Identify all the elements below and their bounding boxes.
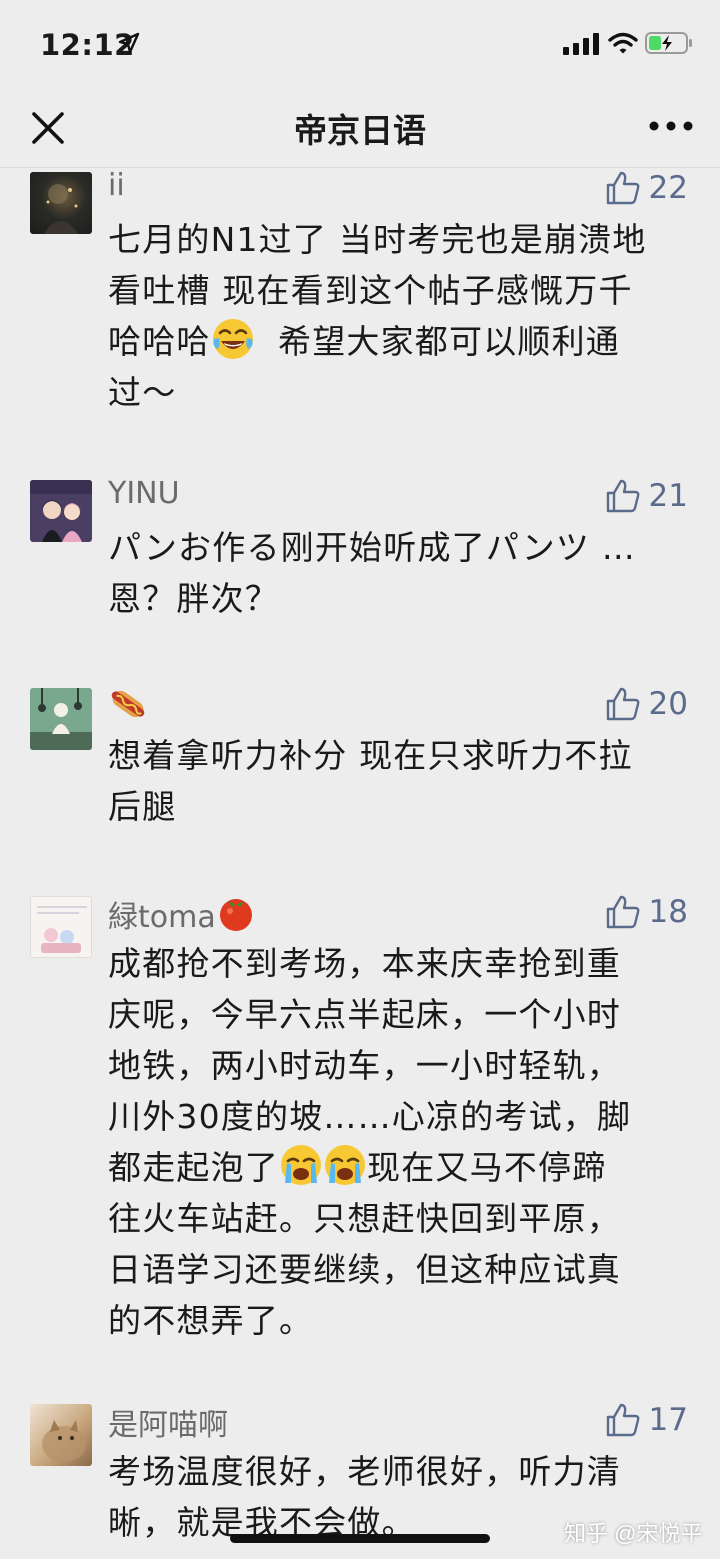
comment-text: 七月的N1过了 当时考完也是崩溃地 看吐槽 现在看到这个帖子感慨万千 哈哈哈 希… (108, 214, 692, 418)
comment-line: 庆呢，今早六点半起床，一个小时 (108, 995, 621, 1034)
home-indicator[interactable] (230, 1534, 490, 1543)
comment-line: 考场温度很好，老师很好，听力清 (108, 1452, 621, 1491)
thumbs-up-icon (606, 687, 639, 721)
crying-emoji (325, 1145, 365, 1185)
comment-text: 成都抢不到考场，本来庆幸抢到重 庆呢，今早六点半起床，一个小时 地铁，两小时动车… (108, 938, 692, 1346)
comment-line: 川外30度的坡……心凉的考试，脚 (108, 1097, 632, 1136)
location-arrow-icon (118, 32, 140, 54)
wifi-icon (608, 32, 638, 54)
comment-line: 后腿 (108, 787, 177, 826)
more-icon[interactable] (646, 114, 696, 138)
avatar[interactable] (30, 896, 92, 958)
comment-line: 都走起泡了 现在又马不停蹄 (108, 1142, 692, 1193)
comment-line: 看吐槽 现在看到这个帖子感慨万千 (108, 271, 633, 310)
like-count: 17 (648, 1402, 688, 1438)
comment-line: 过～ (108, 373, 177, 412)
avatar[interactable] (30, 688, 92, 750)
page-title: 帝京日语 (294, 111, 426, 150)
thumbs-up-icon (606, 1403, 639, 1437)
status-bar: 12:12 (0, 0, 720, 86)
comment-line: 地铁，两小时动车，一小时轻轨， (108, 1046, 621, 1085)
watermark: 知乎 @宋悦平 (564, 1521, 703, 1546)
comment-line-segment: 希望大家都可以顺利通 (254, 322, 620, 361)
comment-line: 哈哈哈 希望大家都可以顺利通 (108, 316, 692, 367)
cellular-signal-icon (563, 33, 599, 55)
like-button[interactable]: 17 (605, 1400, 688, 1440)
comment-author[interactable] (108, 684, 148, 732)
nav-bar: 帝京日语 (0, 86, 720, 168)
battery-charging-icon (645, 32, 692, 54)
like-button[interactable]: 20 (605, 684, 688, 724)
comment-line-segment: 现在又马不停蹄 (367, 1148, 607, 1187)
like-button[interactable]: 21 (605, 476, 688, 516)
avatar[interactable] (30, 480, 92, 542)
comment-line: 想着拿听力补分 现在只求听力不拉 (108, 736, 633, 775)
comment-text: パンお作る刚开始听成了パンツ … 恩？胖次？ (108, 522, 692, 624)
avatar[interactable] (30, 1404, 92, 1466)
comment-line: パンお作る刚开始听成了パンツ … (108, 528, 636, 567)
like-count: 18 (648, 894, 688, 930)
comment-author[interactable]: YINU (108, 476, 180, 511)
thumbs-up-icon (606, 895, 639, 929)
comment-line: 恩？胖次？ (108, 579, 279, 618)
like-count: 22 (648, 170, 688, 206)
comment-line: 成都抢不到考场，本来庆幸抢到重 (108, 944, 621, 983)
author-name: 緑toma (108, 900, 216, 935)
avatar[interactable] (30, 172, 92, 234)
comment-list[interactable]: ii 22 七月的N1过了 当时考完也是崩溃地 看吐槽 现在看到这个帖子感慨万千… (0, 168, 720, 1559)
comment-line: 往火车站赶。只想赶快回到平原， (108, 1199, 621, 1238)
tomato-emoji (219, 899, 252, 931)
crying-emoji (281, 1145, 321, 1185)
thumbs-up-icon (606, 479, 639, 513)
hot-dog-emoji (111, 690, 145, 718)
comment-author[interactable]: 緑toma (108, 892, 256, 936)
comment-line: 七月的N1过了 当时考完也是崩溃地 (108, 220, 647, 259)
comment-line-segment: 哈哈哈 (108, 322, 211, 361)
comment-text: 想着拿听力补分 现在只求听力不拉 后腿 (108, 730, 692, 832)
laughing-tears-emoji (212, 319, 253, 359)
like-button[interactable]: 22 (605, 168, 688, 208)
comment-line: 的不想弄了。 (108, 1301, 314, 1340)
comment-author[interactable]: ii (108, 168, 125, 203)
comment-line-segment: 都走起泡了 (108, 1148, 279, 1187)
comment-line: 日语学习还要继续，但这种应试真 (108, 1250, 621, 1289)
like-count: 20 (648, 686, 688, 722)
thumbs-up-icon (606, 171, 639, 205)
like-count: 21 (648, 478, 688, 514)
comment-author[interactable]: 是阿喵啊 (108, 1400, 228, 1444)
like-button[interactable]: 18 (605, 892, 688, 932)
